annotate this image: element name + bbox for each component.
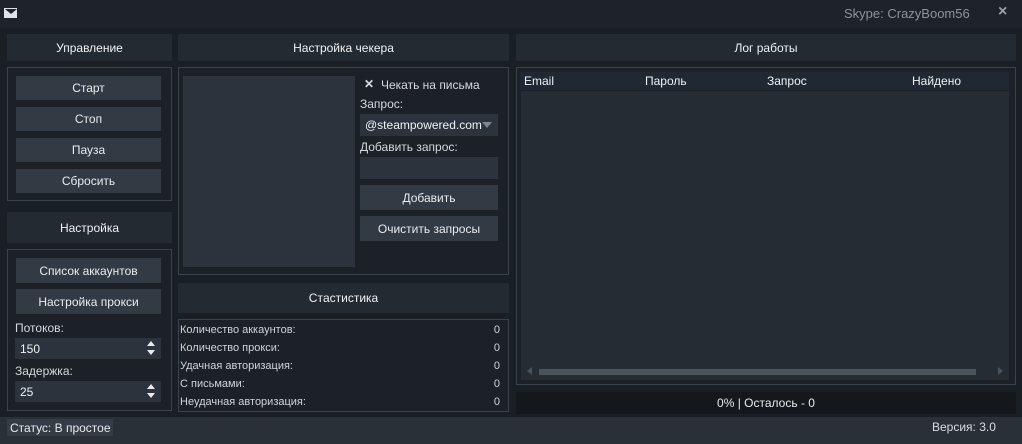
column-found[interactable]: Найдено (912, 74, 961, 88)
delay-value: 25 (20, 384, 34, 399)
status-text: Статус: В простое (7, 419, 113, 436)
reset-button[interactable]: Сбросить (16, 169, 161, 193)
queries-list[interactable] (183, 76, 355, 267)
query-label: Запрос: (360, 97, 404, 111)
delay-stepper[interactable]: 25 (15, 381, 161, 402)
stats-row-proxies: Количество прокси: 0 (180, 342, 500, 359)
stats-header: Стaстистика (178, 283, 509, 313)
query-selected-value: @steampowered.com (365, 118, 482, 132)
stats-row-with-mail: С письмами: 0 (180, 378, 500, 395)
check-mail-checkbox[interactable]: ✕ (364, 78, 376, 90)
stats-label: Неудачная авторизация: (180, 396, 306, 408)
column-query[interactable]: Запрос (767, 74, 807, 88)
close-icon[interactable]: × (998, 3, 1007, 21)
log-header: Лог работы (516, 34, 1016, 61)
checker-header: Настройка чекера (178, 34, 509, 61)
stats-label: Количество аккаунтов: (180, 324, 296, 336)
log-table-body[interactable] (521, 91, 1009, 363)
scroll-left-icon[interactable] (527, 367, 532, 375)
version-label: Версия: 3.0 (932, 420, 996, 434)
delay-label: Задержка: (15, 364, 73, 378)
skype-contact: Skype: CrazyBoom56 (844, 6, 970, 21)
control-header: Управление (7, 34, 172, 61)
stats-row-success: Удачная авторизация: 0 (180, 360, 500, 377)
stats-value: 0 (493, 396, 500, 408)
add-query-button[interactable]: Добавить (360, 185, 498, 210)
progress-bar: 0% | Осталось - 0 (516, 392, 1016, 414)
pause-button[interactable]: Пауза (16, 138, 161, 162)
status-bar (0, 417, 1022, 444)
clear-queries-button[interactable]: Очистить запросы (360, 216, 498, 241)
stats-label: Удачная авторизация: (180, 360, 293, 372)
scrollbar-thumb[interactable] (539, 369, 976, 375)
stepper-arrows-icon[interactable] (147, 384, 155, 398)
add-query-input[interactable] (360, 157, 498, 179)
stats-label: Количество прокси: (180, 342, 280, 354)
proxy-settings-button[interactable]: Настройка прокси (16, 289, 161, 314)
query-select[interactable]: @steampowered.com (360, 114, 498, 136)
start-button[interactable]: Старт (16, 76, 161, 100)
check-mail-label: Чекать на письма (381, 78, 480, 92)
mail-icon (4, 8, 17, 18)
stats-value: 0 (493, 378, 500, 390)
add-query-label: Добавить запрос: (360, 140, 458, 154)
stats-value: 0 (493, 342, 500, 354)
stats-value: 0 (493, 360, 500, 372)
threads-label: Потоков: (15, 321, 64, 335)
stats-label: С письмами: (180, 378, 245, 390)
threads-value: 150 (20, 341, 41, 356)
stats-row-accounts: Количество аккаунтов: 0 (180, 324, 500, 341)
column-password[interactable]: Пароль (645, 74, 687, 88)
accounts-list-button[interactable]: Список аккаунтов (16, 258, 161, 283)
scroll-right-icon[interactable] (998, 367, 1003, 375)
chevron-down-icon[interactable] (482, 122, 492, 128)
threads-stepper[interactable]: 150 (15, 338, 161, 359)
stepper-arrows-icon[interactable] (147, 341, 155, 355)
column-email[interactable]: Email (524, 74, 554, 88)
stop-button[interactable]: Стоп (16, 107, 161, 131)
stats-row-failed: Неудачная авторизация: 0 (180, 396, 500, 413)
settings-header: Настройка (7, 212, 172, 243)
stats-value: 0 (493, 324, 500, 336)
